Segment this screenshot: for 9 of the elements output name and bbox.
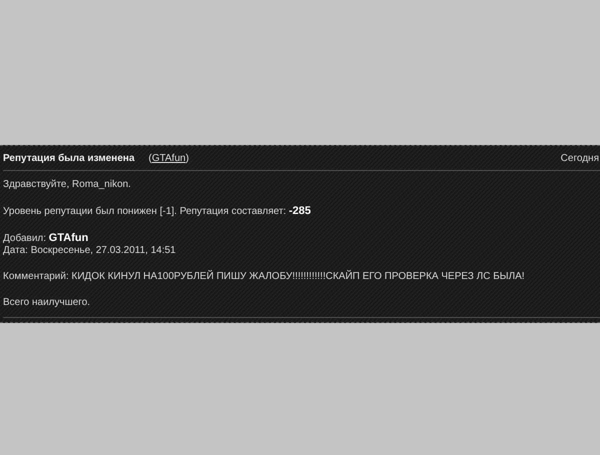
message-text: Здравствуйте, Roma_nikon. [3, 179, 132, 191]
message-text: Дата: Воскресенье, 27.03.2011, 14:51 [3, 245, 177, 257]
message-text: Комментарий: КИДОК КИНУЛ НА100РУБЛЕЙ ПИШУ ЖАЛОБУ!!!!!!!!!!!!СКАЙП ЕГО ПРОВЕРКА ЧЕРЕЗ ЛС БЫЛА! [3, 271, 526, 283]
author-link[interactable]: (GTAfun) [148, 152, 189, 164]
message-text: Добавил: GTAfun [3, 232, 90, 245]
message-date: Сегодня [560, 152, 600, 164]
message-text: Уровень репутации был понижен [-1]. Репутация составляет: -285 [3, 205, 312, 218]
message-text: Всего наилучшего. [3, 297, 92, 309]
message-title: Репутация была изменена [3, 152, 135, 164]
